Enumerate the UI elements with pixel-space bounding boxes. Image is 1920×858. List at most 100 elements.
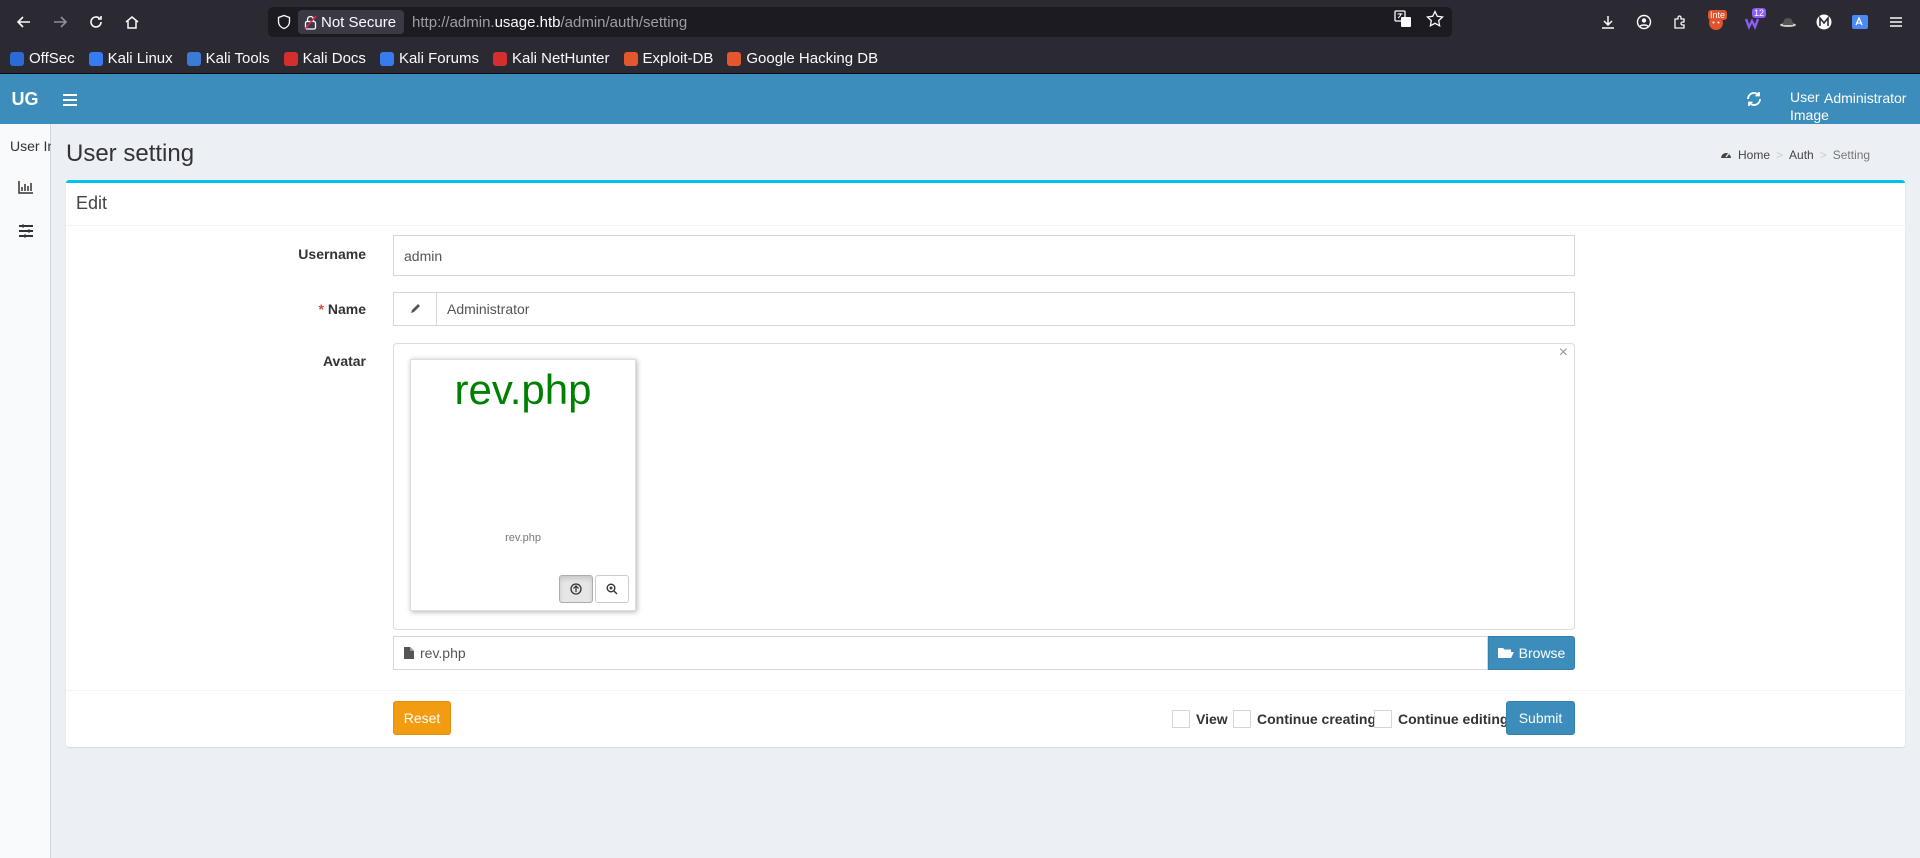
home-icon — [125, 16, 139, 29]
bookmark-item[interactable]: Kali Docs — [283, 50, 366, 67]
breadcrumb-auth[interactable]: Auth — [1789, 148, 1814, 162]
extension-badge-count: 12 — [1751, 8, 1766, 18]
continue-editing-checkbox[interactable]: Continue editing — [1374, 710, 1508, 728]
name-input[interactable]: Administrator — [436, 292, 1575, 326]
file-icon — [404, 647, 414, 659]
extension-badge-inte: Inte — [1707, 10, 1727, 20]
view-label: View — [1196, 711, 1228, 727]
bookmark-label: Kali Tools — [205, 50, 270, 67]
back-button[interactable] — [6, 4, 42, 40]
pencil-icon — [411, 304, 420, 313]
bookmark-label: OffSec — [29, 50, 75, 67]
upload-file-button[interactable] — [559, 575, 593, 603]
bookmark-label: Kali Docs — [302, 50, 366, 67]
lock-warning-icon — [304, 15, 317, 30]
fedora-hat-icon — [1780, 18, 1796, 27]
remove-file-icon[interactable]: × — [1559, 344, 1568, 362]
downloads-button[interactable] — [1594, 4, 1622, 40]
hamburger-icon — [63, 94, 77, 96]
zoom-in-icon — [606, 583, 618, 595]
bookmark-item[interactable]: Google Hacking DB — [727, 50, 878, 67]
puzzle-icon — [1674, 15, 1685, 29]
submit-button[interactable]: Submit — [1506, 701, 1575, 735]
hamburger-icon-line — [63, 99, 77, 101]
url-text[interactable]: http://admin.usage.htb/admin/auth/settin… — [412, 14, 687, 31]
bar-chart-icon[interactable] — [18, 180, 34, 194]
shield-icon — [277, 14, 291, 30]
browse-button[interactable]: Browse — [1488, 636, 1575, 670]
extension-translate[interactable] — [1846, 4, 1874, 40]
not-secure-badge[interactable]: Not Secure — [298, 10, 405, 34]
preview-file-name: rev.php — [454, 366, 592, 413]
download-icon — [1602, 16, 1614, 29]
sidebar: User In — [0, 124, 51, 858]
bookmark-item[interactable]: Kali Linux — [88, 50, 173, 67]
view-checkbox-box[interactable] — [1172, 710, 1190, 728]
continue-editing-label: Continue editing — [1398, 711, 1509, 727]
bookmarks-toolbar: OffSec Kali Linux Kali Tools Kali Docs Kali … — [0, 44, 1920, 74]
bookmark-favicon-icon — [186, 51, 201, 66]
extension-hat[interactable] — [1774, 4, 1802, 40]
bookmark-favicon-icon — [492, 51, 507, 66]
bookmark-favicon-icon — [283, 51, 298, 66]
account-button[interactable] — [1630, 4, 1658, 40]
zoom-preview-button[interactable] — [595, 575, 629, 603]
box-footer: Reset View Continue creating Continue ed… — [66, 690, 1905, 747]
bookmark-favicon-icon — [379, 51, 394, 66]
app-menu-button[interactable] — [1882, 4, 1910, 40]
extension-wappalyzer[interactable]: 12 — [1738, 4, 1766, 40]
extensions-button[interactable] — [1666, 4, 1694, 40]
breadcrumb-home[interactable]: Home — [1738, 148, 1770, 162]
reload-button[interactable] — [78, 4, 114, 40]
page-title: User setting — [66, 140, 195, 167]
browser-toolbar: Not Secure http://admin.usage.htb/admin/… — [0, 0, 1920, 44]
name-value: Administrator — [447, 301, 530, 317]
bookmark-item[interactable]: Exploit-DB — [623, 50, 713, 67]
m-logo-icon — [1816, 14, 1832, 30]
breadcrumb-separator: > — [1819, 148, 1827, 162]
upload-circle-icon — [570, 583, 582, 595]
view-checkbox[interactable]: View — [1172, 710, 1228, 728]
continue-creating-checkbox-box[interactable] — [1233, 710, 1251, 728]
username-input[interactable]: admin — [393, 235, 1575, 276]
translate-icon[interactable] — [1394, 10, 1412, 28]
continue-creating-label: Continue creating — [1257, 711, 1377, 727]
extension-m[interactable] — [1810, 4, 1838, 40]
bookmark-label: Kali Forums — [398, 50, 479, 67]
user-name[interactable]: Administrator — [1824, 90, 1906, 106]
avatar-label: Avatar — [322, 353, 366, 369]
bookmark-favicon-icon — [88, 51, 103, 66]
refresh-icon[interactable] — [1745, 90, 1763, 108]
name-label: * Name — [166, 301, 366, 317]
browse-label: Browse — [1518, 645, 1566, 661]
list-settings-icon[interactable] — [18, 224, 34, 238]
hamburger-menu-icon — [1890, 17, 1902, 27]
extension-foxyproxy[interactable]: Inte — [1702, 4, 1730, 40]
box-title: Edit — [66, 183, 1905, 226]
url-path: /admin/auth/setting — [560, 13, 688, 31]
edit-box: Edit Username admin * Name Administrator… — [66, 180, 1905, 747]
bookmark-item[interactable]: Kali Tools — [186, 50, 270, 67]
forward-button[interactable] — [42, 4, 78, 40]
bookmark-item[interactable]: Kali Forums — [379, 50, 479, 67]
sidebar-toggle[interactable] — [58, 88, 82, 112]
reset-button[interactable]: Reset — [393, 701, 451, 735]
bookmark-star-icon[interactable] — [1426, 10, 1444, 28]
home-button[interactable] — [114, 4, 150, 40]
url-bar[interactable]: Not Secure http://admin.usage.htb/admin/… — [268, 7, 1452, 37]
bookmark-item[interactable]: Kali NetHunter — [492, 50, 610, 67]
name-addon — [393, 292, 437, 326]
breadcrumb-separator: > — [1776, 148, 1784, 162]
bookmark-item[interactable]: OffSec — [10, 50, 75, 67]
arrow-right-icon — [54, 16, 68, 28]
preview-caption: rev.php — [505, 532, 541, 544]
file-caption-field[interactable]: rev.php — [393, 636, 1488, 670]
file-caption-name: rev.php — [420, 645, 466, 661]
app-logo[interactable]: UG — [0, 74, 50, 124]
bookmark-favicon-icon — [623, 51, 638, 66]
continue-creating-checkbox[interactable]: Continue creating — [1233, 710, 1376, 728]
app-header: UG User Image Administrator — [0, 74, 1920, 124]
url-host: usage.htb — [494, 13, 561, 31]
dashboard-icon — [1721, 153, 1731, 158]
continue-editing-checkbox-box[interactable] — [1374, 710, 1392, 728]
